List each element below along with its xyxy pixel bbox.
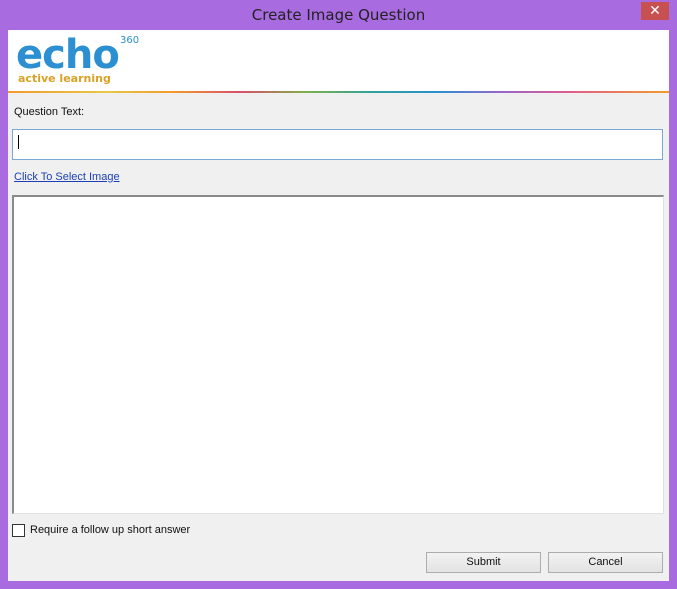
question-text-input[interactable]	[12, 129, 663, 160]
logo-tagline: active learning	[18, 72, 111, 85]
logo-header: echo 360 active learning	[8, 30, 669, 91]
close-button[interactable]: ✕	[641, 2, 669, 20]
followup-option[interactable]: Require a follow up short answer	[12, 522, 190, 538]
cancel-button[interactable]: Cancel	[548, 552, 663, 573]
title-bar[interactable]: Create Image Question ✕	[0, 0, 677, 30]
image-preview-area[interactable]	[12, 195, 664, 514]
header-divider	[8, 91, 669, 93]
select-image-link[interactable]: Click To Select Image	[14, 171, 120, 183]
text-caret	[18, 135, 19, 149]
followup-label: Require a follow up short answer	[30, 524, 191, 536]
window-title: Create Image Question	[251, 6, 426, 24]
dialog-window: Create Image Question ✕ echo 360 active …	[0, 0, 677, 589]
question-text-label: Question Text:	[14, 106, 85, 118]
dialog-body: echo 360 active learning Question Text: …	[8, 30, 669, 581]
logo-superscript: 360	[120, 35, 140, 46]
submit-button[interactable]: Submit	[426, 552, 541, 573]
close-icon: ✕	[649, 3, 661, 19]
echo-logo-text: echo	[16, 32, 120, 78]
followup-checkbox[interactable]	[12, 523, 25, 537]
